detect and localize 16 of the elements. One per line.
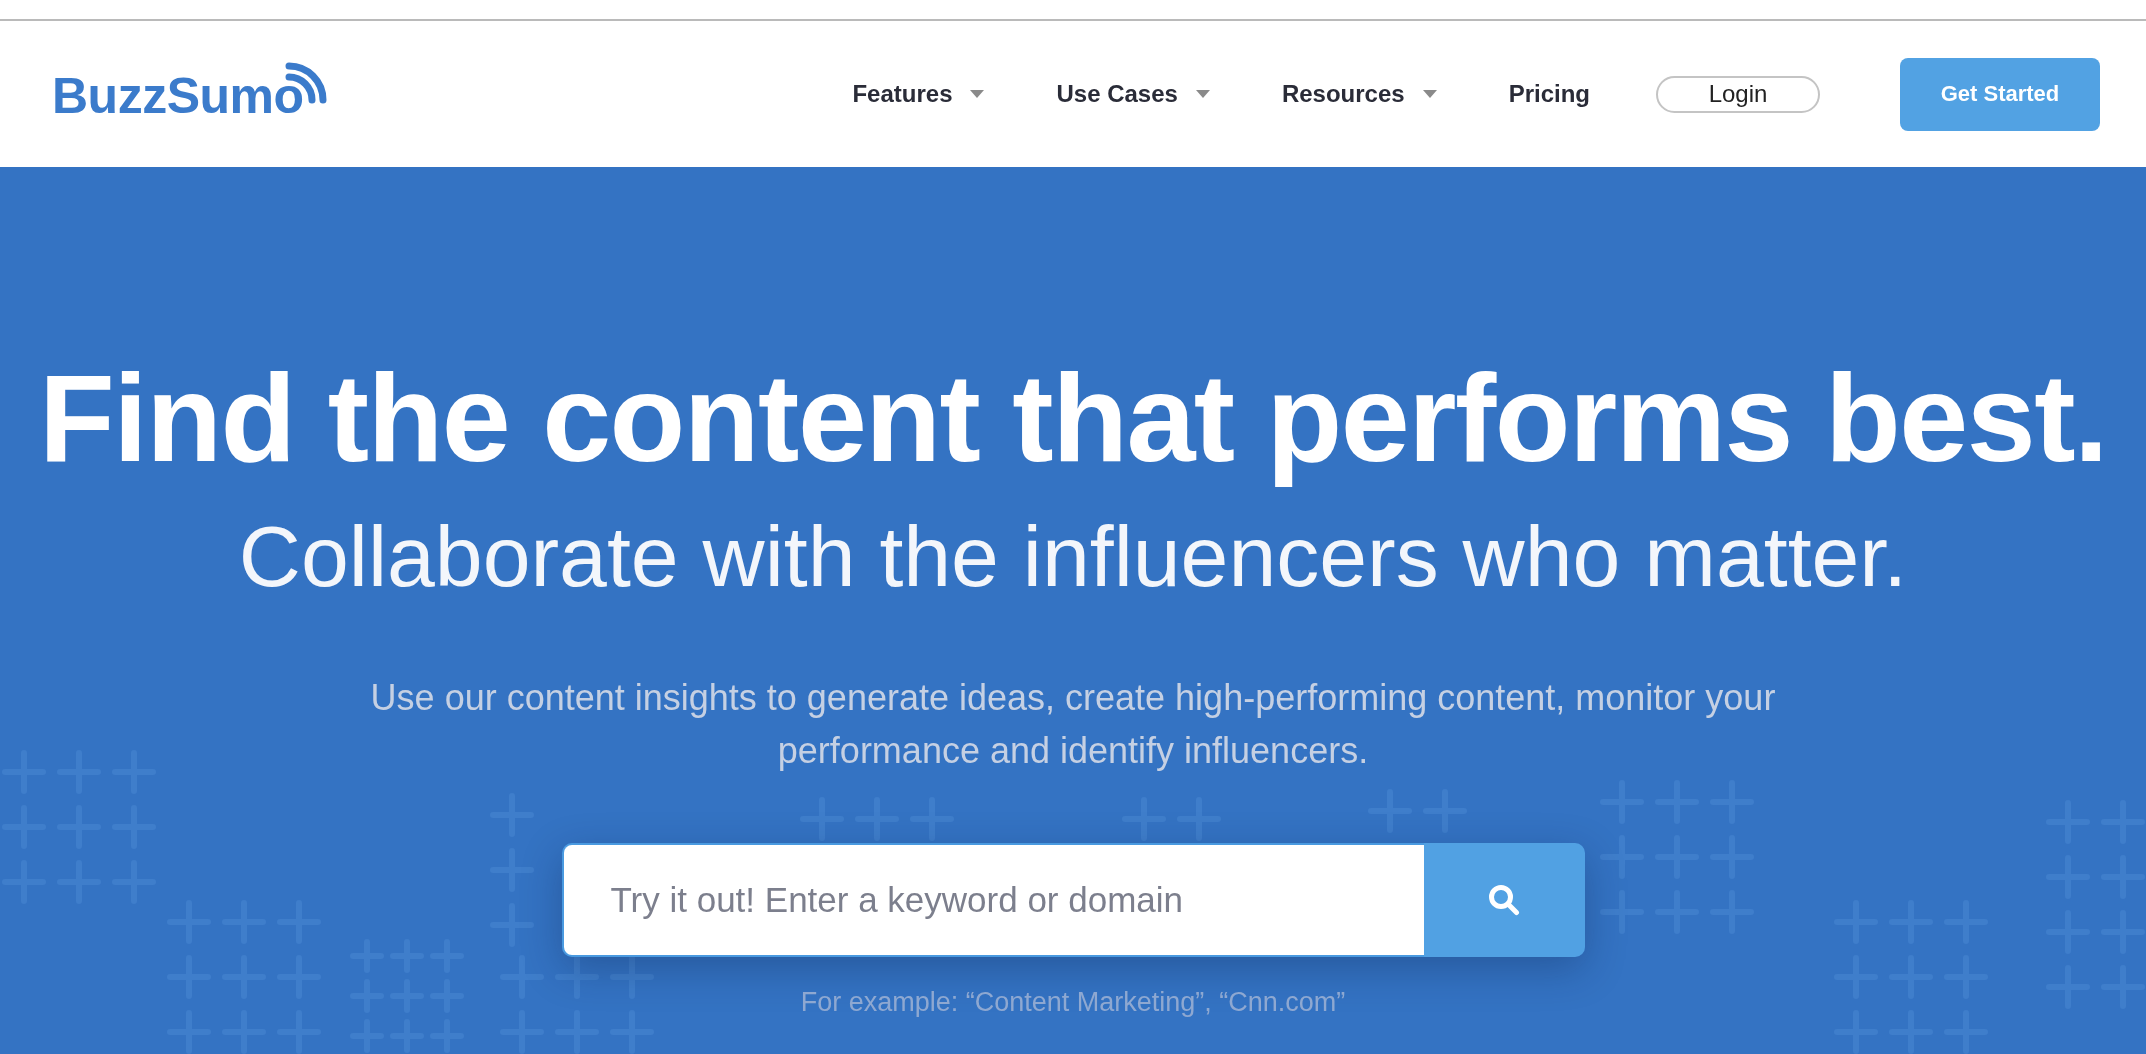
caret-icon: [970, 90, 985, 98]
logo-link[interactable]: BuzzSumo: [52, 59, 329, 121]
login-button[interactable]: Login: [1656, 75, 1820, 113]
search-field[interactable]: Try it out! Enter a keyword or domain: [561, 843, 1424, 958]
nav-menu-link[interactable]: Features: [852, 80, 985, 108]
caret-icon: [1195, 90, 1210, 98]
nav-menu-link[interactable]: Resources: [1281, 80, 1437, 108]
subheadline: Collaborate with the influencers who matter.: [238, 506, 1908, 606]
caret-icon: [1422, 90, 1437, 98]
example-hint: For example: “Content Marketing”, “Cnn.com”: [800, 986, 1346, 1020]
nav-link[interactable]: Pricing: [1508, 80, 1590, 108]
description: Use our content insights to generate ideas, create high-performing content, monitor your performance and identify influencers.: [369, 676, 1777, 774]
nav-menu-link[interactable]: Use Cases: [1056, 80, 1210, 108]
headline: Find the content that performs best.: [39, 348, 2107, 489]
search-button[interactable]: [1423, 843, 1585, 958]
search-icon: [1488, 884, 1520, 917]
